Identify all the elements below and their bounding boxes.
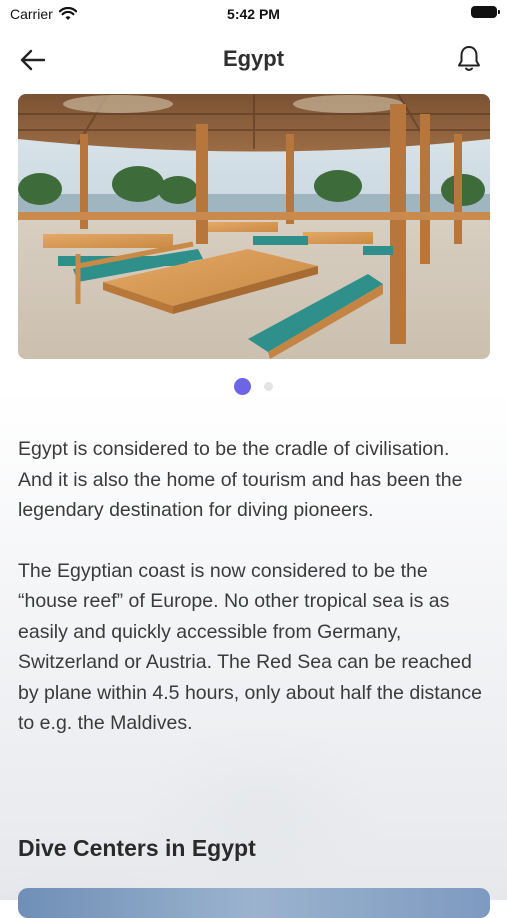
- description-paragraph: Egypt is considered to be the cradle of …: [18, 438, 463, 521]
- section-title: Dive Centers in Egypt: [18, 835, 256, 861]
- description: Egypt is considered to be the cradle of …: [18, 434, 488, 769]
- hero-image[interactable]: [18, 94, 490, 359]
- image-pager[interactable]: [0, 378, 507, 396]
- description-paragraph: The Egyptian coast is now considered to …: [18, 559, 482, 735]
- status-bar: Carrier 5:42 PM: [0, 0, 507, 30]
- notifications-button[interactable]: [455, 44, 485, 76]
- restaurant-terrace-photo: [18, 94, 490, 359]
- status-right: [471, 6, 500, 18]
- page-title: Egypt: [222, 46, 285, 71]
- status-time: 5:42 PM: [227, 6, 280, 22]
- bell-icon: [458, 46, 480, 71]
- pager-dot-active[interactable]: [234, 378, 251, 395]
- navigation-bar: Egypt: [0, 36, 507, 84]
- battery-icon: [471, 6, 500, 18]
- pager-dot-inactive[interactable]: [264, 382, 273, 391]
- dive-center-card[interactable]: [18, 888, 490, 918]
